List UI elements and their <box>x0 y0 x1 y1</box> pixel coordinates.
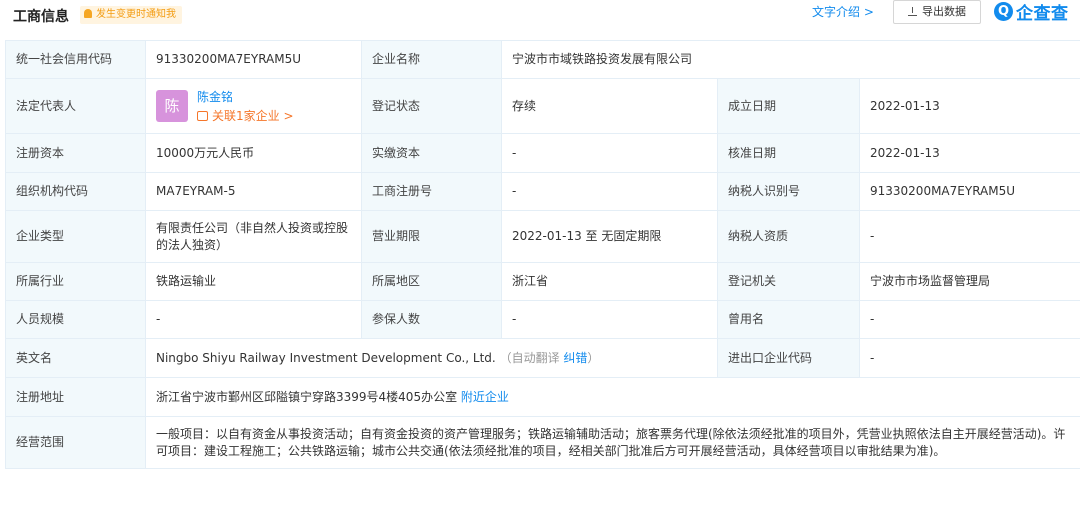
reg-authority-label: 登记机关 <box>717 262 860 301</box>
avatar[interactable]: 陈 <box>156 90 188 122</box>
english-name-value: Ningbo Shiyu Railway Investment Developm… <box>156 350 496 365</box>
org-code-value: MA7EYRAM-5 <box>145 172 362 211</box>
region-label: 所属地区 <box>361 262 502 301</box>
table-row: 注册资本 10000万元人民币 实缴资本 - 核准日期 2022-01-13 <box>5 133 1080 173</box>
staff-size-label: 人员规模 <box>5 300 146 339</box>
export-label: 导出数据 <box>922 5 966 18</box>
reg-status-label: 登记状态 <box>361 78 502 134</box>
former-name-label: 曾用名 <box>717 300 860 339</box>
table-row: 所属行业 铁路运输业 所属地区 浙江省 登记机关 宁波市市场监督管理局 <box>5 262 1080 301</box>
approval-date-value: 2022-01-13 <box>858 133 1080 173</box>
legal-rep-label: 法定代表人 <box>5 78 146 134</box>
biz-term-label: 营业期限 <box>361 210 502 263</box>
insured-label: 参保人数 <box>361 300 502 339</box>
ie-code-label: 进出口企业代码 <box>717 338 860 378</box>
company-type-value: 有限责任公司（非自然人投资或控股的法人独资） <box>145 210 362 263</box>
logo-mark-icon: Q <box>994 1 1013 21</box>
org-code-label: 组织机构代码 <box>5 172 146 211</box>
logo-text: 企查查 <box>1016 3 1069 24</box>
former-name-value: - <box>858 300 1080 339</box>
reg-no-value: - <box>501 172 718 211</box>
section-title: 工商信息 <box>13 9 69 25</box>
related-companies-link[interactable]: 关联1家企业 > <box>197 108 294 124</box>
auto-translate-close: ） <box>587 350 600 365</box>
insured-value: - <box>501 300 718 339</box>
nearby-companies-link[interactable]: 附近企业 <box>461 390 509 404</box>
taxpayer-qual-value: - <box>858 210 1080 263</box>
table-row: 组织机构代码 MA7EYRAM-5 工商注册号 - 纳税人识别号 9133020… <box>5 172 1080 211</box>
download-icon <box>908 7 917 16</box>
reg-address-label: 注册地址 <box>5 377 146 417</box>
founded-value: 2022-01-13 <box>858 78 1080 134</box>
table-row: 统一社会信用代码 91330200MA7EYRAM5U 企业名称 宁波市市域铁路… <box>5 40 1080 79</box>
table-row: 法定代表人 陈 陈金铭 关联1家企业 > 登记状态 存续 成立日期 2022-0… <box>5 78 1080 134</box>
change-notify-button[interactable]: 发生变更时通知我 <box>80 6 182 24</box>
biz-scope-value: 一般项目：以自有资金从事投资活动；自有资金投资的资产管理服务；铁路运输辅助活动；… <box>144 416 1080 469</box>
company-name-label: 企业名称 <box>361 40 502 79</box>
taxpayer-qual-label: 纳税人资质 <box>717 210 860 263</box>
reg-capital-value: 10000万元人民币 <box>145 133 362 173</box>
staff-size-value: - <box>145 300 362 339</box>
paid-capital-label: 实缴资本 <box>361 133 502 173</box>
correct-link[interactable]: 纠错 <box>563 351 587 365</box>
founded-label: 成立日期 <box>717 78 860 134</box>
credit-code-label: 统一社会信用代码 <box>5 40 146 79</box>
biz-scope-label: 经营范围 <box>5 416 146 469</box>
business-info-table: 统一社会信用代码 91330200MA7EYRAM5U 企业名称 宁波市市域铁路… <box>5 40 1080 469</box>
table-row: 企业类型 有限责任公司（非自然人投资或控股的法人独资） 营业期限 2022-01… <box>5 210 1080 263</box>
credit-code-value: 91330200MA7EYRAM5U <box>145 40 362 79</box>
english-name-cell: Ningbo Shiyu Railway Investment Developm… <box>145 338 718 378</box>
export-data-button[interactable]: 导出数据 <box>893 0 981 24</box>
auto-translate-note: （自动翻译 <box>499 350 560 365</box>
relation-icon <box>197 110 208 121</box>
table-row: 经营范围 一般项目：以自有资金从事投资活动；自有资金投资的资产管理服务；铁路运输… <box>5 416 1080 469</box>
region-value: 浙江省 <box>501 262 718 301</box>
text-intro-link[interactable]: 文字介绍 > <box>812 4 874 20</box>
company-name-value: 宁波市市域铁路投资发展有限公司 <box>500 40 1080 79</box>
ie-code-value: - <box>858 338 1080 378</box>
approval-date-label: 核准日期 <box>717 133 860 173</box>
bell-icon <box>84 9 92 18</box>
table-row: 英文名 Ningbo Shiyu Railway Investment Deve… <box>5 338 1080 378</box>
table-row: 注册地址 浙江省宁波市鄞州区邱隘镇宁穿路3399号4楼405办公室 附近企业 <box>5 377 1080 417</box>
biz-term-value: 2022-01-13 至 无固定期限 <box>501 210 718 263</box>
section-header: 工商信息 发生变更时通知我 文字介绍 > 导出数据 Q 企查查 <box>0 0 1080 30</box>
taxpayer-id-label: 纳税人识别号 <box>717 172 860 211</box>
english-name-label: 英文名 <box>5 338 146 378</box>
table-row: 人员规模 - 参保人数 - 曾用名 - <box>5 300 1080 339</box>
industry-value: 铁路运输业 <box>145 262 362 301</box>
reg-address-value: 浙江省宁波市鄞州区邱隘镇宁穿路3399号4楼405办公室 <box>156 389 458 404</box>
legal-rep-cell: 陈 陈金铭 关联1家企业 > <box>145 78 362 134</box>
company-type-label: 企业类型 <box>5 210 146 263</box>
legal-rep-name-link[interactable]: 陈金铭 <box>197 89 294 105</box>
industry-label: 所属行业 <box>5 262 146 301</box>
reg-capital-label: 注册资本 <box>5 133 146 173</box>
reg-authority-value: 宁波市市场监督管理局 <box>858 262 1080 301</box>
reg-address-cell: 浙江省宁波市鄞州区邱隘镇宁穿路3399号4楼405办公室 附近企业 <box>144 377 1080 417</box>
change-notify-label: 发生变更时通知我 <box>96 9 176 20</box>
taxpayer-id-value: 91330200MA7EYRAM5U <box>858 172 1080 211</box>
paid-capital-value: - <box>501 133 718 173</box>
related-companies-label: 关联1家企业 > <box>212 108 294 123</box>
qichacha-logo: Q 企查查 <box>994 0 1069 24</box>
reg-no-label: 工商注册号 <box>361 172 502 211</box>
reg-status-value: 存续 <box>501 78 718 134</box>
